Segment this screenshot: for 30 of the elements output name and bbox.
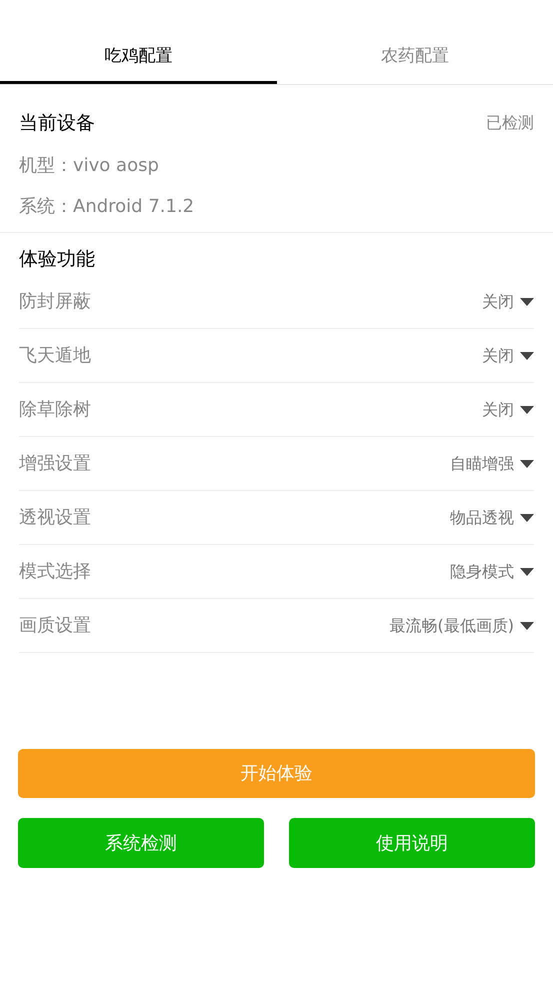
device-info: 机型：vivo aosp [19,154,160,178]
setting-label: 模式选择 [19,560,91,584]
setting-label: 画质设置 [19,614,91,638]
section-title: 体验功能 [19,246,96,272]
tab[interactable]: 吃鸡配置 [0,32,276,84]
action-button[interactable]: 使用说明 [289,818,535,868]
caret-icon [520,298,534,306]
action-button[interactable]: 系统检测 [18,818,264,868]
caret-icon [520,460,534,468]
device-info: 系统：Android 7.1.2 [19,194,196,218]
setting-label: 增强设置 [19,452,91,476]
caret-icon [520,622,534,630]
setting-label: 除草除树 [19,398,91,422]
caret-icon [520,352,534,360]
dropdown[interactable]: 关闭 [482,344,534,368]
setting-label: 透视设置 [19,506,91,530]
status-text: 已检测 [486,112,534,134]
dropdown[interactable]: 隐身模式 [450,560,534,584]
tab[interactable]: 农药配置 [276,32,553,84]
caret-icon [520,568,534,576]
dropdown[interactable]: 关闭 [482,398,534,422]
dropdown[interactable]: 最流畅(最低画质) [390,614,534,638]
caret-icon [520,406,534,414]
dropdown[interactable]: 自瞄增强 [450,452,534,476]
section-title: 当前设备 [19,111,95,136]
setting-label: 飞天遁地 [19,344,91,368]
setting-label: 防封屏蔽 [19,290,91,314]
dropdown[interactable]: 关闭 [482,290,534,314]
dropdown[interactable]: 物品透视 [450,506,534,530]
caret-icon [520,514,534,522]
